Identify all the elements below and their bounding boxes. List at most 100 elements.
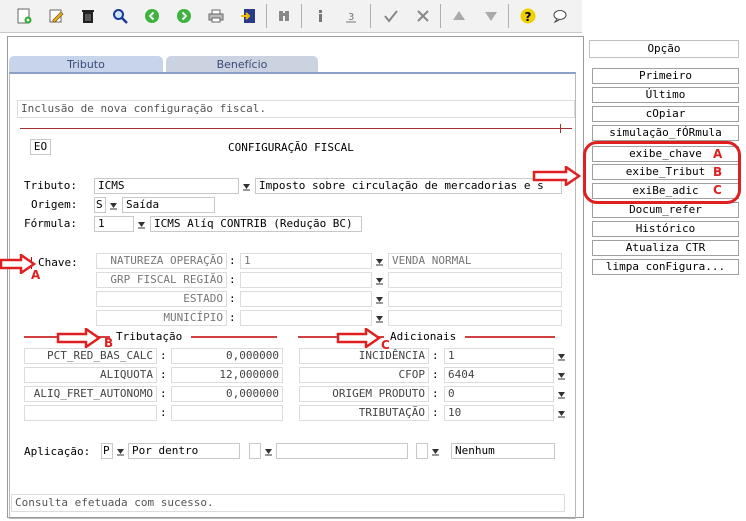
colon: : (229, 273, 236, 286)
dropdown-icon[interactable] (375, 274, 384, 286)
tributacao-row-name: ALIQUOTA (24, 367, 157, 383)
dropdown-icon[interactable] (557, 407, 566, 419)
origem-desc: Saída (122, 197, 215, 213)
simulacao-formula-button[interactable]: simulação_fÓRmula (592, 125, 739, 141)
historico-button[interactable]: Histórico (592, 221, 739, 237)
status-message: Consulta efetuada com sucesso. (11, 494, 565, 512)
help-icon[interactable]: ? (517, 5, 539, 27)
annotation-letter: B (713, 165, 723, 179)
formula-dropdown-icon[interactable] (137, 218, 146, 230)
tributo-dropdown-icon[interactable] (242, 180, 251, 192)
primeiro-button[interactable]: Primeiro (592, 68, 739, 84)
tributacao-line-right (191, 336, 277, 338)
export-icon[interactable] (237, 5, 259, 27)
dropdown-icon[interactable] (375, 293, 384, 305)
dropdown-icon[interactable] (116, 445, 125, 457)
colon: : (432, 387, 439, 400)
tributo-field[interactable]: ICMS (94, 178, 239, 194)
down-icon[interactable] (480, 5, 502, 27)
atualiza-ctr-button[interactable]: Atualiza CTR (592, 240, 739, 256)
tributacao-row-value[interactable]: 0,000000 (171, 348, 283, 364)
annotation-arrow-icon (0, 252, 37, 277)
dropdown-icon[interactable] (264, 445, 273, 457)
docum-refer-button[interactable]: Docum_refer (592, 202, 739, 218)
chave-row-desc: VENDA NORMAL (388, 253, 562, 269)
chave-row-value[interactable] (240, 272, 372, 288)
colon: : (432, 349, 439, 362)
annotation-letter: C (713, 183, 722, 197)
chave-label: Chave: (38, 256, 78, 269)
tools-icon[interactable] (412, 5, 434, 27)
adicionais-row-value[interactable]: 1 (444, 348, 554, 364)
adicionais-row-name: ORIGEM PRODUTO (299, 386, 429, 402)
chave-row-value[interactable] (240, 310, 372, 326)
ultimo-button[interactable]: Último (592, 87, 739, 103)
new-icon[interactable] (13, 5, 35, 27)
aplicacao-code-3[interactable] (416, 443, 428, 459)
colon: : (160, 349, 167, 362)
adicionais-row-value[interactable]: 10 (444, 405, 554, 421)
adicionais-row-value[interactable]: 0 (444, 386, 554, 402)
aplicacao-label: Aplicação: (24, 445, 91, 458)
origem-dropdown-icon[interactable] (109, 199, 118, 211)
colon: : (432, 406, 439, 419)
tributacao-row-name (24, 405, 157, 421)
chave-row-value[interactable]: 1 (240, 253, 372, 269)
annotation-letter: A (713, 147, 723, 161)
dropdown-icon[interactable] (557, 388, 566, 400)
origem-field[interactable]: S (94, 197, 106, 213)
formula-desc: ICMS Alíq CONTRIB (Redução BC) (150, 216, 362, 232)
annotation-arrow-icon (336, 326, 386, 351)
formula-field[interactable]: 1 (94, 216, 134, 232)
option-header: Opção (589, 40, 739, 58)
colon: : (229, 311, 236, 324)
up-icon[interactable] (448, 5, 470, 27)
check-icon[interactable] (380, 5, 402, 27)
dropdown-icon[interactable] (375, 312, 384, 324)
chave-row-name: MUNICÍPIO (96, 310, 227, 326)
info-icon[interactable] (310, 5, 332, 27)
section-code[interactable]: EO (30, 139, 51, 155)
toolbar-separator (508, 4, 509, 28)
aplicacao-code-1[interactable]: P (101, 443, 113, 459)
tributo-label: Tributo: (24, 179, 77, 192)
dropdown-icon[interactable] (557, 369, 566, 381)
number-icon[interactable]: 3 (340, 5, 362, 27)
divider (20, 128, 572, 129)
adicionais-row-name: CFOP (299, 367, 429, 383)
aplicacao-desc-2 (276, 443, 408, 459)
adicionais-row-name: TRIBUTAÇÃO (299, 405, 429, 421)
chave-row-desc (388, 272, 562, 288)
colon: : (229, 292, 236, 305)
tab-tributo[interactable]: Tributo (9, 56, 163, 72)
toolbar-separator (370, 4, 371, 28)
tab-beneficio[interactable]: Benefício (166, 56, 318, 72)
chave-row-value[interactable] (240, 291, 372, 307)
dropdown-icon[interactable] (375, 255, 384, 267)
dropdown-icon[interactable] (557, 350, 566, 362)
formula-label: Fórmula: (24, 217, 77, 230)
tributacao-row-value[interactable]: 0,000000 (171, 386, 283, 402)
trash-icon[interactable] (77, 5, 99, 27)
toolbar-separator (266, 4, 267, 28)
binoculars-icon[interactable] (273, 5, 295, 27)
chave-row-name: GRP FISCAL REGIÃO (96, 272, 227, 288)
aplicacao-code-2[interactable] (249, 443, 261, 459)
print-icon[interactable] (205, 5, 227, 27)
tributacao-row-value[interactable]: 12,000000 (171, 367, 283, 383)
back-icon[interactable] (141, 5, 163, 27)
search-icon[interactable] (109, 5, 131, 27)
tributacao-title: Tributação (116, 330, 183, 343)
chave-row-name: NATUREZA OPERAÇÃO (96, 253, 227, 269)
adicionais-row-value[interactable]: 6404 (444, 367, 554, 383)
copiar-button[interactable]: cOpiar (592, 106, 739, 122)
dropdown-icon[interactable] (431, 445, 440, 457)
edit-icon[interactable] (45, 5, 67, 27)
forward-icon[interactable] (173, 5, 195, 27)
annotation-arrow-icon (532, 164, 582, 189)
tributacao-row-value[interactable] (171, 405, 283, 421)
limpa-configura-button[interactable]: limpa conFigura... (592, 259, 739, 275)
colon: : (160, 406, 167, 419)
chat-icon[interactable] (549, 5, 571, 27)
annotation-arrow-icon (56, 326, 106, 351)
